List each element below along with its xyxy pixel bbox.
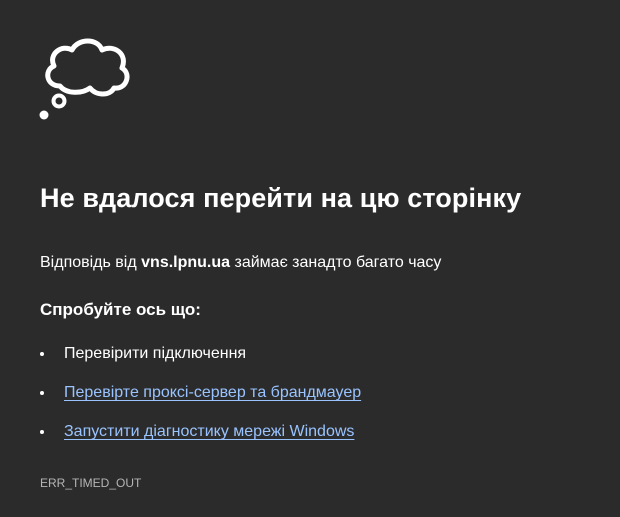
host-name: vns.lpnu.ua xyxy=(141,254,231,271)
suggestion-item: Перевірити підключення xyxy=(40,343,361,382)
message-prefix: Відповідь від xyxy=(40,254,142,271)
page-title: Не вдалося перейти на цю сторінку xyxy=(40,183,522,213)
thought-cloud-icon xyxy=(36,34,132,124)
bullet-icon xyxy=(40,391,44,395)
suggestion-item: Запустити діагностику мережі Windows xyxy=(40,421,361,460)
error-code: ERR_TIMED_OUT xyxy=(40,476,142,490)
suggestions-list: Перевірити підключення Перевірте проксі-… xyxy=(40,343,361,460)
run-network-diagnostics-link[interactable]: Запустити діагностику мережі Windows xyxy=(64,423,354,440)
message-suffix: займає занадто багато часу xyxy=(230,254,442,271)
bullet-icon xyxy=(40,430,44,434)
bullet-icon xyxy=(40,352,44,356)
suggestions-heading: Спробуйте ось що: xyxy=(40,300,201,319)
suggestion-check-connection: Перевірити підключення xyxy=(64,345,247,362)
check-proxy-firewall-link[interactable]: Перевірте проксі-сервер та брандмауер xyxy=(64,384,361,401)
error-message: Відповідь від vns.lpnu.ua займає занадто… xyxy=(40,254,441,272)
suggestion-item: Перевірте проксі-сервер та брандмауер xyxy=(40,382,361,421)
